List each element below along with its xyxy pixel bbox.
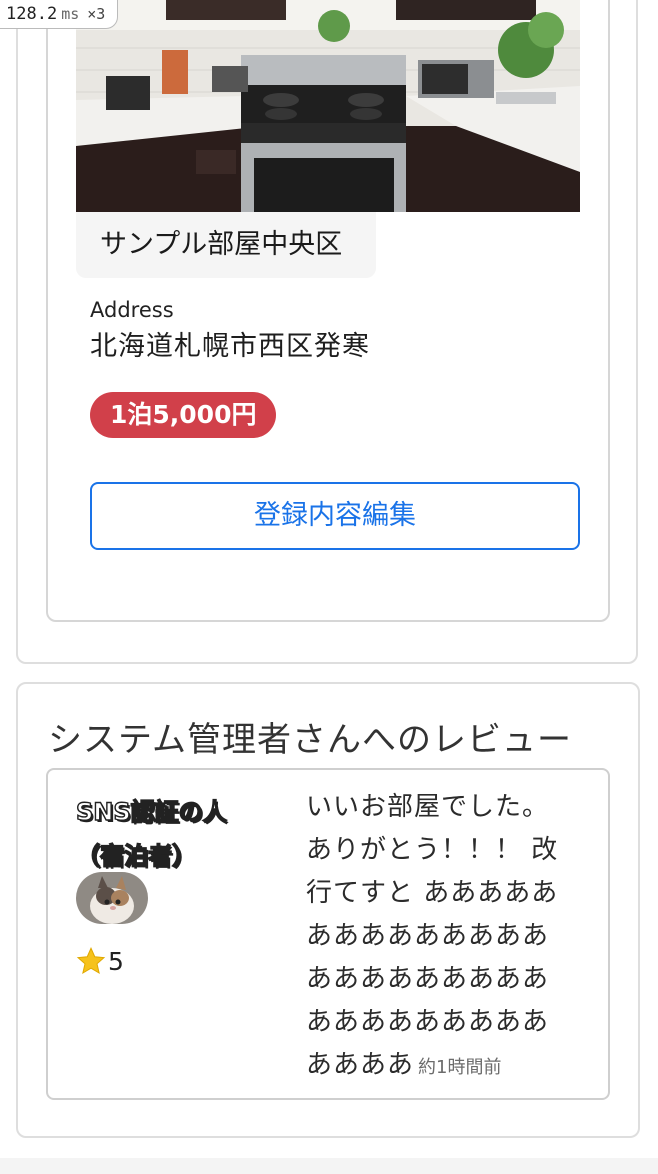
edit-registration-button[interactable]: 登録内容編集 [90,482,580,550]
address-label: Address [90,298,174,322]
perf-unit: ms [61,5,80,23]
reviewer-avatar[interactable] [76,872,148,924]
room-photo [76,0,580,212]
reviewer-name[interactable]: SNS認証の人（宿泊者） [75,790,246,878]
room-name: サンプル部屋中央区 [76,212,376,278]
price-badge: 1泊5,000円 [90,392,277,438]
address-value: 北海道札幌市西区発寒 [90,331,370,362]
review-text: いいお部屋でした。ありがとう！！！ 改行てすと ああああああああああああああああ… [306,792,559,1080]
perf-multiplier: ×3 [87,5,106,23]
review-body: いいお部屋でした。ありがとう！！！ 改行てすと ああああああああああああああああ… [306,786,572,1089]
rating-value: 5 [108,946,124,976]
review-timestamp: 約1時間前 [418,1057,502,1078]
performance-overlay: 128.2 ms ×3 [0,0,119,29]
perf-value: 128.2 [6,4,58,24]
page-footer-strip [0,1158,658,1174]
review-rating: 5 [76,946,124,976]
review-section-title: システム管理者さんへのレビュー [48,720,572,760]
star-icon [76,947,106,975]
